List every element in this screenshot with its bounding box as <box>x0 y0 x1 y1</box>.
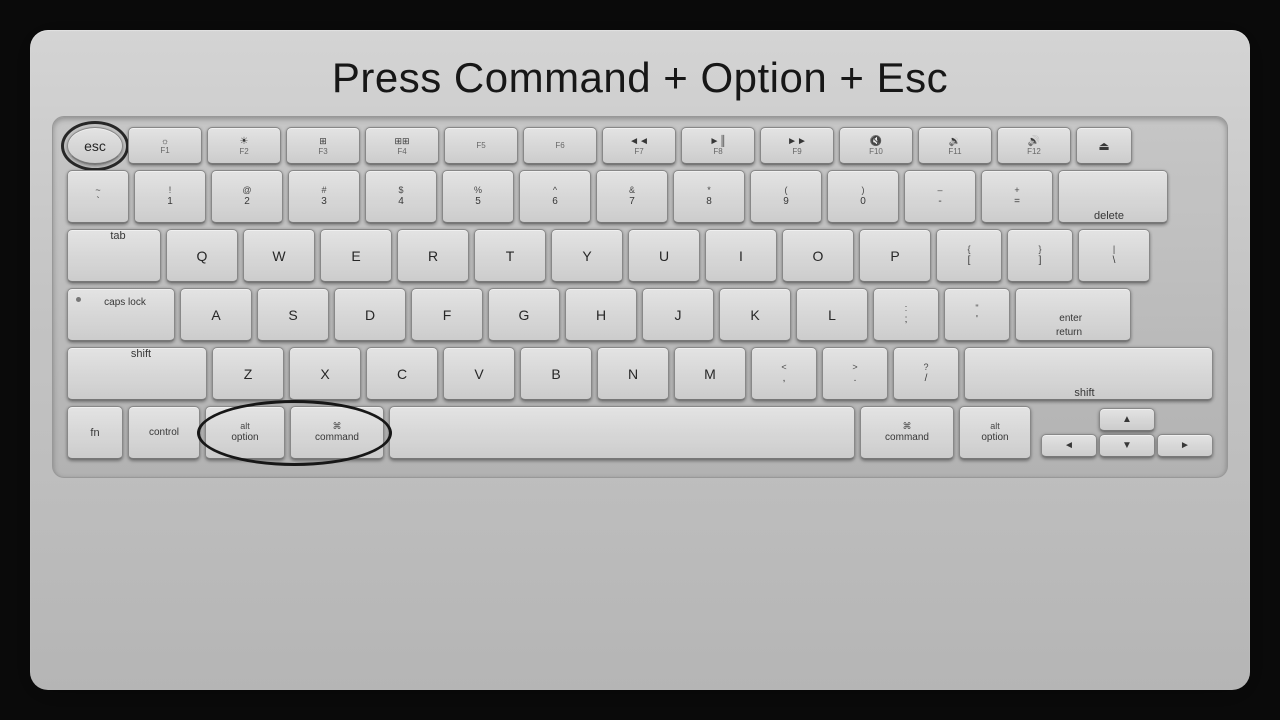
key-m[interactable]: M <box>674 347 746 401</box>
key-o[interactable]: O <box>782 229 854 283</box>
key-tab[interactable]: tab <box>67 229 161 283</box>
key-arrow-down[interactable]: ▼ <box>1099 434 1155 458</box>
key-esc[interactable]: esc <box>67 127 123 165</box>
key-h[interactable]: H <box>565 288 637 342</box>
key-q[interactable]: Q <box>166 229 238 283</box>
key-capslock[interactable]: caps lock <box>67 288 175 342</box>
key-arrow-left[interactable]: ◄ <box>1041 434 1097 458</box>
key-f4[interactable]: ⊞⊞ F4 <box>365 127 439 165</box>
key-f7[interactable]: ◄◄ F7 <box>602 127 676 165</box>
keyboard-body: esc ☼ F1 ☀ F2 ⊞ F3 ⊞⊞ F4 F5 F6 <box>52 116 1228 478</box>
key-comma[interactable]: < , <box>751 347 817 401</box>
key-6[interactable]: ^ 6 <box>519 170 591 224</box>
key-delete[interactable]: delete <box>1058 170 1168 224</box>
key-z[interactable]: Z <box>212 347 284 401</box>
key-f6[interactable]: F6 <box>523 127 597 165</box>
key-f[interactable]: F <box>411 288 483 342</box>
key-arrow-right[interactable]: ► <box>1157 434 1213 458</box>
key-e[interactable]: E <box>320 229 392 283</box>
key-p[interactable]: P <box>859 229 931 283</box>
key-bracket-r[interactable]: } ] <box>1007 229 1073 283</box>
key-equals[interactable]: + = <box>981 170 1053 224</box>
key-command-left[interactable]: ⌘ command <box>290 406 384 460</box>
key-f8[interactable]: ►║ F8 <box>681 127 755 165</box>
key-arrow-up[interactable]: ▲ <box>1099 408 1155 432</box>
capslock-indicator <box>76 297 81 302</box>
key-f10[interactable]: 🔇 F10 <box>839 127 913 165</box>
key-fn[interactable]: fn <box>67 406 123 460</box>
key-w[interactable]: W <box>243 229 315 283</box>
key-l[interactable]: L <box>796 288 868 342</box>
key-f5[interactable]: F5 <box>444 127 518 165</box>
page-title: Press Command + Option + Esc <box>52 50 1228 116</box>
zxcv-row: shift Z X C V B N M < , > . ? / shift <box>67 347 1213 401</box>
key-k[interactable]: K <box>719 288 791 342</box>
key-t[interactable]: T <box>474 229 546 283</box>
key-f11[interactable]: 🔉 F11 <box>918 127 992 165</box>
key-1[interactable]: ! 1 <box>134 170 206 224</box>
key-7[interactable]: & 7 <box>596 170 668 224</box>
fn-row: esc ☼ F1 ☀ F2 ⊞ F3 ⊞⊞ F4 F5 F6 <box>67 127 1213 165</box>
key-bracket-l[interactable]: { [ <box>936 229 1002 283</box>
key-f9[interactable]: ►► F9 <box>760 127 834 165</box>
key-g[interactable]: G <box>488 288 560 342</box>
number-row: ~ ` ! 1 @ 2 # 3 $ 4 % 5 <box>67 170 1213 224</box>
key-shift-left[interactable]: shift <box>67 347 207 401</box>
key-8[interactable]: * 8 <box>673 170 745 224</box>
key-x[interactable]: X <box>289 347 361 401</box>
key-4[interactable]: $ 4 <box>365 170 437 224</box>
key-shift-right[interactable]: shift <box>964 347 1213 401</box>
bottom-row: fn control alt option ⌘ command ⌘ comman… <box>67 406 1213 460</box>
key-c[interactable]: C <box>366 347 438 401</box>
key-space[interactable] <box>389 406 855 460</box>
key-quote[interactable]: " ' <box>944 288 1010 342</box>
key-2[interactable]: @ 2 <box>211 170 283 224</box>
key-f12[interactable]: 🔊 F12 <box>997 127 1071 165</box>
key-s[interactable]: S <box>257 288 329 342</box>
key-a[interactable]: A <box>180 288 252 342</box>
key-f1[interactable]: ☼ F1 <box>128 127 202 165</box>
key-3[interactable]: # 3 <box>288 170 360 224</box>
key-slash[interactable]: ? / <box>893 347 959 401</box>
key-backslash[interactable]: | \ <box>1078 229 1150 283</box>
key-command-right[interactable]: ⌘ command <box>860 406 954 460</box>
key-semicolon[interactable]: : ; <box>873 288 939 342</box>
key-eject[interactable]: ⏏ <box>1076 127 1132 165</box>
key-v[interactable]: V <box>443 347 515 401</box>
qwerty-row: tab Q W E R T Y U I O P { [ } ] | \ <box>67 229 1213 283</box>
key-0[interactable]: ) 0 <box>827 170 899 224</box>
key-enter[interactable]: enter return <box>1015 288 1131 342</box>
key-minus[interactable]: – - <box>904 170 976 224</box>
key-u[interactable]: U <box>628 229 700 283</box>
key-d[interactable]: D <box>334 288 406 342</box>
key-f2[interactable]: ☀ F2 <box>207 127 281 165</box>
key-9[interactable]: ( 9 <box>750 170 822 224</box>
asdf-row: caps lock A S D F G H J K L : ; " ' ente… <box>67 288 1213 342</box>
option-command-group: alt option ⌘ command <box>205 406 384 460</box>
key-option-left[interactable]: alt option <box>205 406 285 460</box>
key-f3[interactable]: ⊞ F3 <box>286 127 360 165</box>
key-j[interactable]: J <box>642 288 714 342</box>
key-tilde[interactable]: ~ ` <box>67 170 129 224</box>
key-5[interactable]: % 5 <box>442 170 514 224</box>
key-r[interactable]: R <box>397 229 469 283</box>
key-control[interactable]: control <box>128 406 200 460</box>
key-i[interactable]: I <box>705 229 777 283</box>
key-y[interactable]: Y <box>551 229 623 283</box>
key-b[interactable]: B <box>520 347 592 401</box>
key-n[interactable]: N <box>597 347 669 401</box>
arrow-cluster: ▲ ◄ ▼ ► <box>1041 408 1213 458</box>
keyboard-container: Press Command + Option + Esc esc ☼ F1 ☀ … <box>30 30 1250 690</box>
key-option-right[interactable]: alt option <box>959 406 1031 460</box>
key-period[interactable]: > . <box>822 347 888 401</box>
